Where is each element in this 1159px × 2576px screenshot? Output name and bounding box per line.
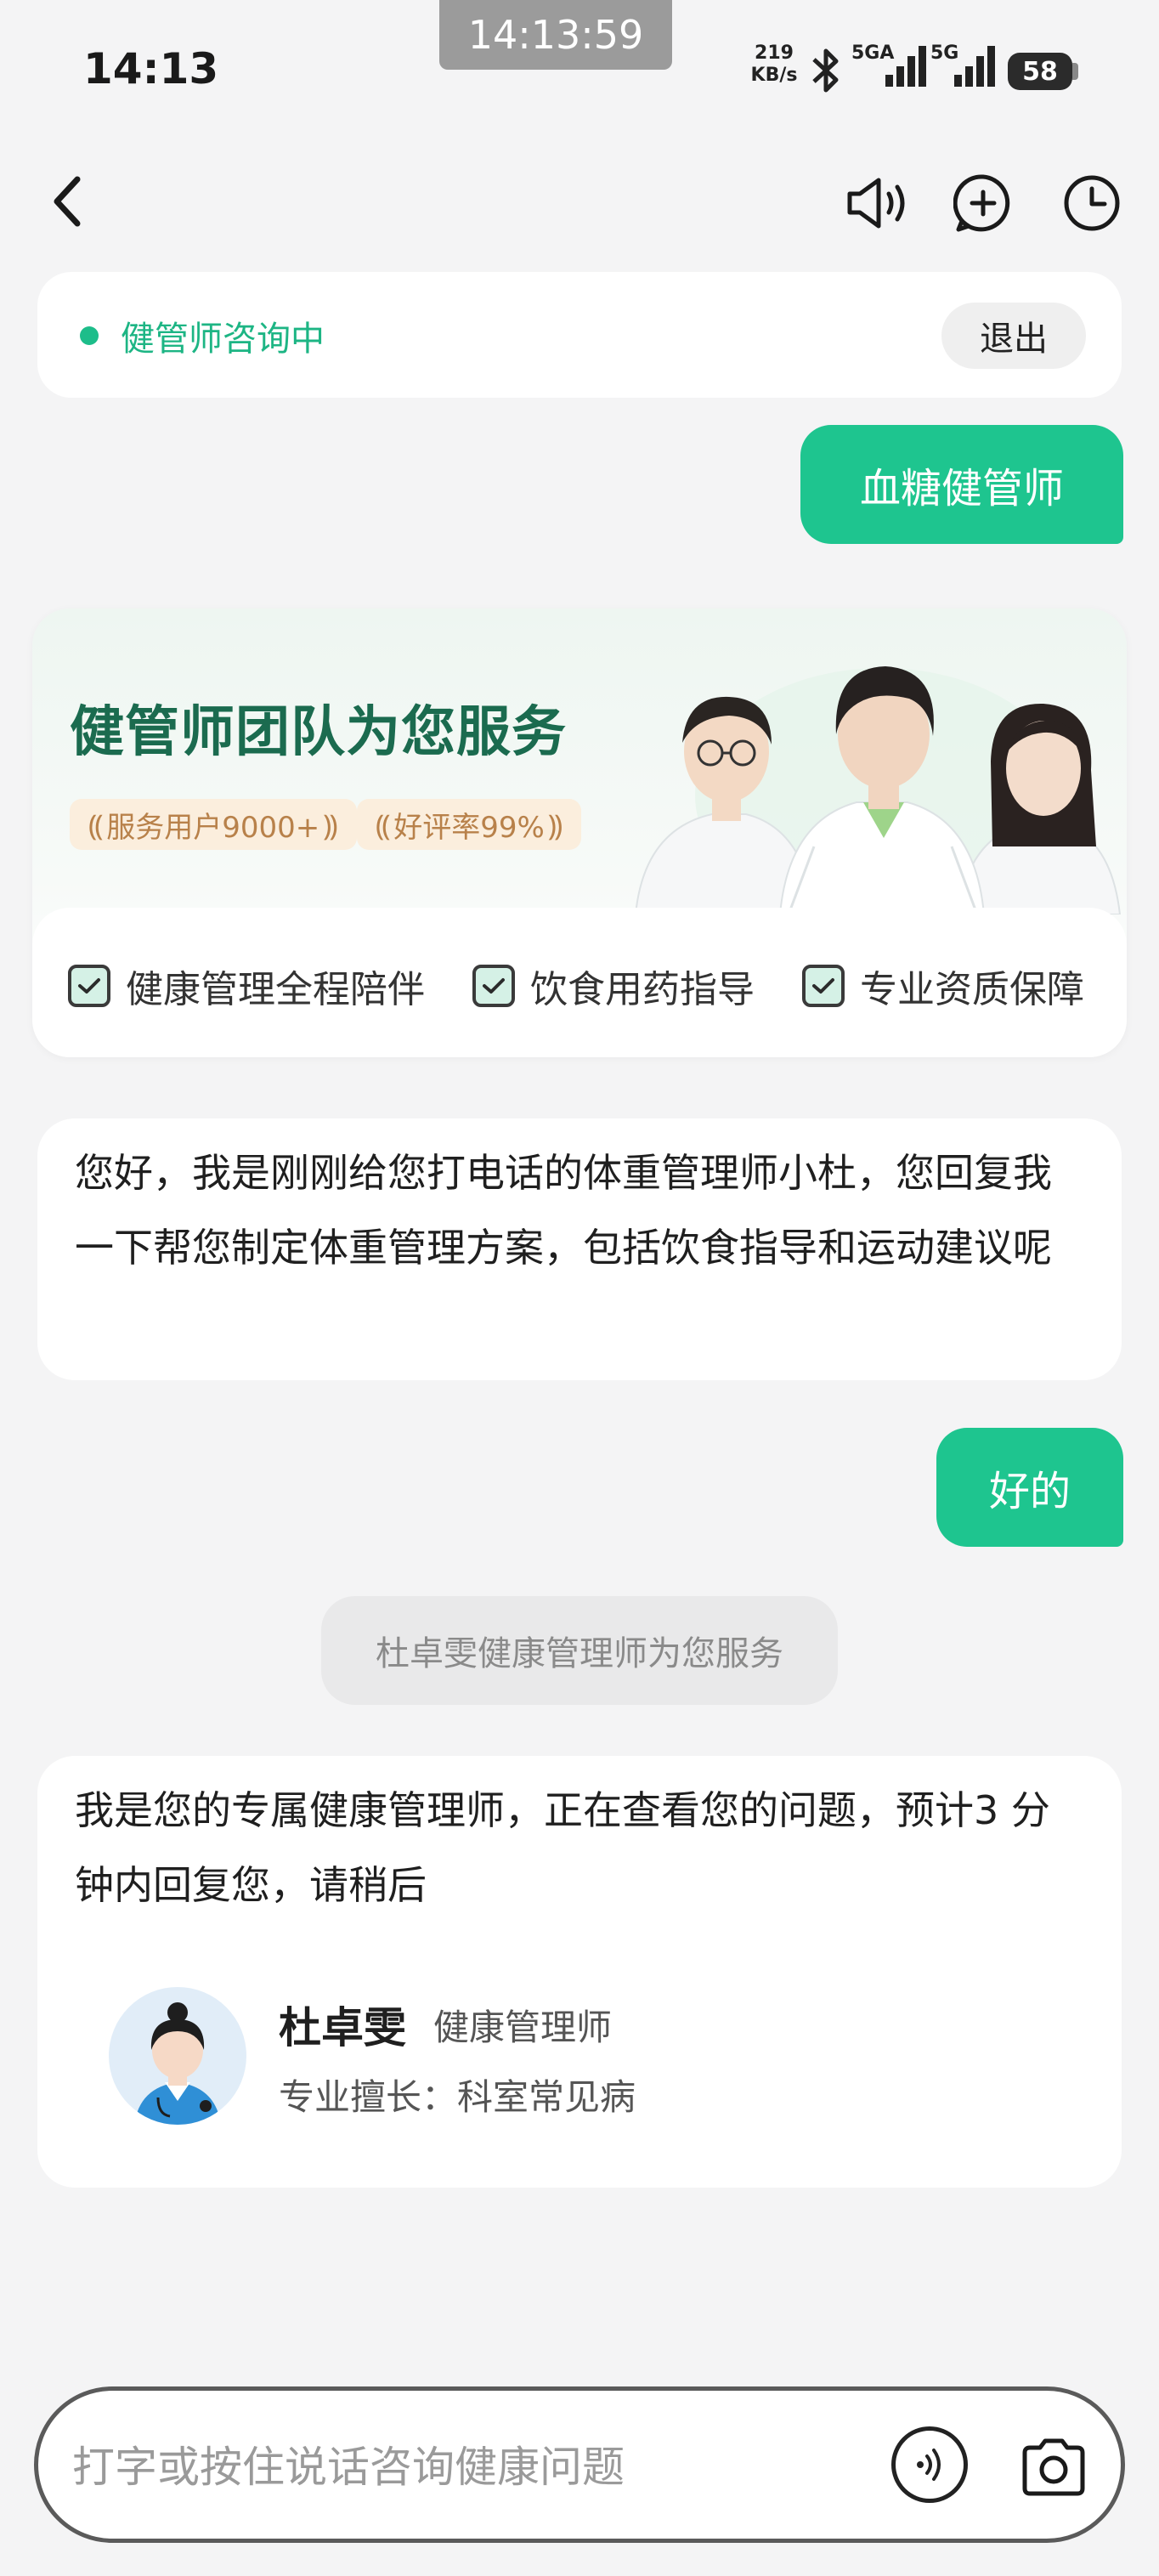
net-speed: 219 KB/s [748, 42, 800, 87]
camera-button[interactable] [1015, 2430, 1092, 2503]
doctor-specialty: 专业擅长：科室常见病 [279, 2076, 636, 2118]
net-speed-value: 219 [755, 42, 794, 64]
doctor-profile-card[interactable]: 杜卓雯 健康管理师 专业擅长：科室常见病 [73, 1948, 1086, 2162]
bluetooth-icon [807, 48, 845, 97]
signal-bars-icon [954, 46, 995, 87]
battery-tip [1072, 63, 1078, 80]
team-card[interactable]: 健管师团队为您服务 ⸨ 服务用户9000+ ⸩ ⸨ 好评率99% ⸩ 健康管理全程陪伴 [32, 609, 1127, 1057]
back-button[interactable] [36, 170, 99, 233]
assistant-message: 您好，我是刚刚给您打电话的体重管理师小杜，您回复我一下帮您制定体重管理方案，包括… [37, 1118, 1122, 1380]
recording-timer: 14:13:59 [439, 0, 672, 70]
message-input[interactable] [72, 2425, 854, 2510]
team-card-title: 健管师团队为您服务 [70, 701, 567, 764]
history-button[interactable] [1060, 172, 1123, 235]
avatar [109, 1987, 246, 2125]
badge-rating-label: 好评率99% [393, 810, 545, 845]
signal-bars-icon [885, 46, 926, 87]
exit-button[interactable]: 退出 [941, 303, 1086, 369]
laurel-icon: ⸩ [323, 809, 338, 843]
doctor-role: 健康管理师 [433, 2007, 613, 2048]
checkbox-icon [472, 965, 515, 1007]
nurse-avatar-icon [134, 2002, 221, 2125]
feature-label: 饮食用药指导 [530, 968, 755, 1011]
speaker-icon [847, 178, 905, 229]
system-notice: 杜卓雯健康管理师为您服务 [321, 1596, 838, 1705]
new-chat-button[interactable] [952, 172, 1015, 235]
feature-label: 专业资质保障 [860, 968, 1084, 1011]
status-time: 14:13 [83, 44, 219, 93]
consult-status-bar: 健管师咨询中 退出 [37, 272, 1122, 398]
user-message: 血糖健管师 [800, 425, 1123, 544]
doctor-team-illustration [634, 666, 1122, 914]
feature-item: 专业资质保障 [802, 959, 1084, 1013]
battery-indicator: 58 [1008, 53, 1072, 90]
status-dot-icon [80, 326, 99, 345]
checkbox-icon [802, 965, 845, 1007]
laurel-icon: ⸨ [376, 809, 391, 843]
team-features: 健康管理全程陪伴 饮食用药指导 专业资质保障 [32, 908, 1127, 1057]
plus-circle-icon [953, 174, 1010, 232]
badge-rating: ⸨ 好评率99% ⸩ [357, 799, 582, 850]
voice-button[interactable] [891, 2426, 968, 2503]
badge-users-label: 服务用户9000+ [106, 810, 320, 845]
assistant-message-text: 我是您的专属健康管理师，正在查看您的问题，预计3 分钟内回复您，请稍后 [75, 1787, 1050, 1908]
net-speed-unit: KB/s [750, 65, 798, 86]
laurel-icon: ⸩ [547, 809, 563, 843]
laurel-icon: ⸨ [88, 809, 104, 843]
chevron-left-icon [54, 176, 81, 227]
consult-status-text: 健管师咨询中 [121, 320, 325, 359]
feature-item: 健康管理全程陪伴 [68, 959, 425, 1013]
clock-icon [1064, 175, 1120, 231]
feature-item: 饮食用药指导 [472, 959, 755, 1013]
feature-label: 健康管理全程陪伴 [126, 968, 425, 1011]
voice-wave-icon [917, 2449, 941, 2481]
chat-input-bar [34, 2386, 1125, 2543]
doctor-name: 杜卓雯 [279, 2003, 406, 2052]
speaker-button[interactable] [843, 172, 913, 235]
user-message: 好的 [936, 1428, 1123, 1547]
badge-users: ⸨ 服务用户9000+ ⸩ [70, 799, 357, 850]
checkbox-icon [68, 965, 110, 1007]
camera-icon [1022, 2438, 1085, 2496]
